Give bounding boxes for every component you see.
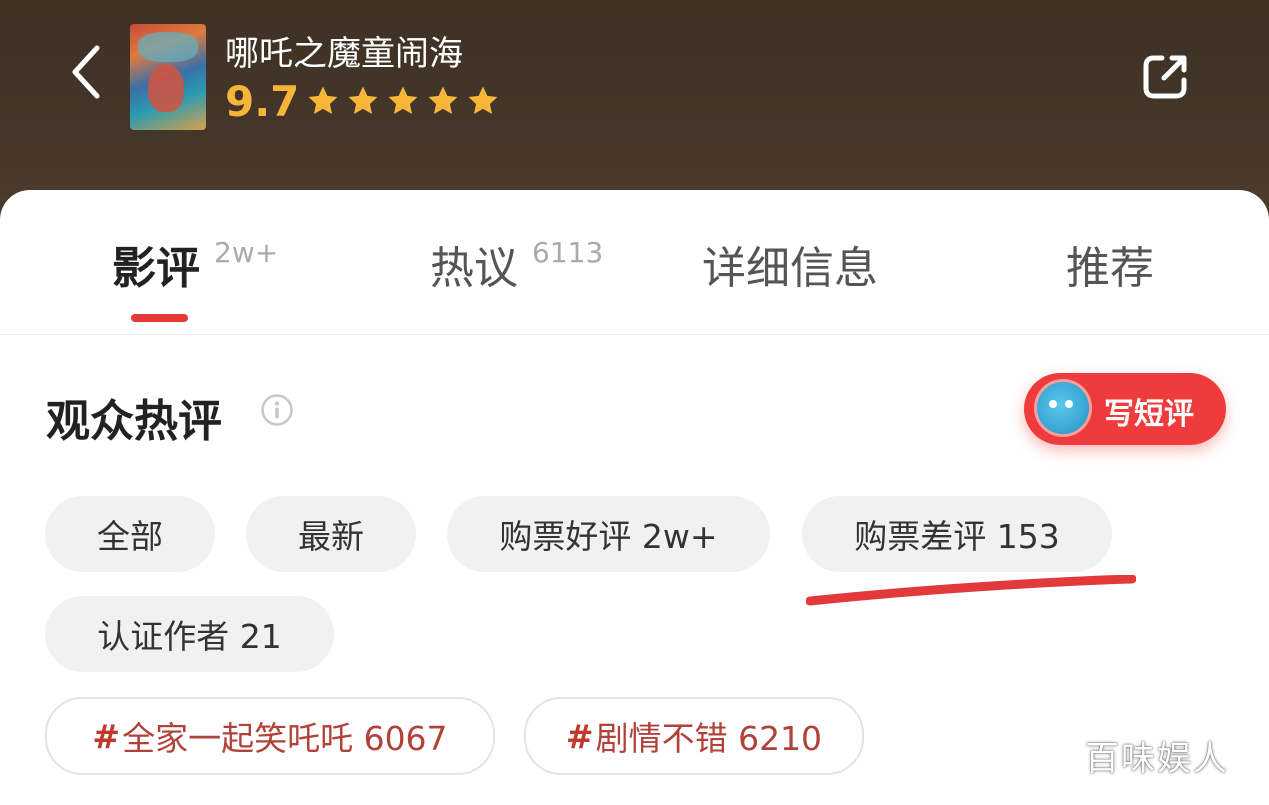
movie-poster[interactable] (130, 24, 206, 130)
tab-reviews[interactable]: 影评 2w+ (112, 232, 278, 296)
topic-chip-family[interactable]: # 全家一起笑吒吒 6067 (45, 697, 495, 775)
write-review-button[interactable]: 写短评 (1024, 373, 1226, 445)
info-icon[interactable] (260, 393, 294, 427)
back-button[interactable] (62, 42, 110, 102)
review-card: 影评 2w+ 热议 6113 详细信息 推荐 观众热评 写短评 全部 最新 购票好评… (0, 190, 1269, 805)
filter-chip-latest[interactable]: 最新 (246, 496, 416, 572)
poster-art (138, 32, 198, 62)
tab-label: 热议 (430, 243, 518, 294)
filter-chip-negative[interactable]: 购票差评 153 (802, 496, 1112, 572)
poster-figure (148, 64, 184, 112)
chevron-left-icon (72, 45, 100, 99)
share-button[interactable] (1140, 50, 1192, 102)
tab-label: 影评 (112, 243, 200, 294)
filter-chip-certified[interactable]: 认证作者 21 (45, 596, 334, 672)
watermark: 百味娱人 (1085, 739, 1229, 779)
section-title: 观众热评 (46, 396, 222, 447)
tab-details[interactable]: 详细信息 (702, 232, 878, 296)
active-tab-indicator (131, 314, 188, 322)
tab-label: 详细信息 (702, 243, 878, 294)
topic-label: 剧情不错 6210 (595, 719, 823, 758)
star-icon (388, 86, 418, 115)
star-icon (428, 86, 458, 115)
tab-recommend[interactable]: 推荐 (1066, 232, 1154, 296)
movie-title: 哪吒之魔童闹海 (225, 34, 463, 74)
star-icon (308, 86, 338, 115)
avatar (1034, 379, 1092, 437)
tab-count: 6113 (532, 236, 604, 269)
tab-bar: 影评 2w+ 热议 6113 详细信息 推荐 (0, 190, 1269, 335)
hashtag-icon: # (92, 716, 121, 756)
hashtag-icon: # (565, 716, 594, 756)
star-icon (468, 86, 498, 115)
red-underline-annotation (806, 575, 1136, 606)
write-review-label: 写短评 (1104, 397, 1194, 432)
filter-chip-all[interactable]: 全部 (45, 496, 215, 572)
star-rating (306, 84, 500, 118)
star-icon (348, 86, 378, 115)
share-icon (1143, 55, 1187, 99)
topic-label: 全家一起笑吒吒 6067 (122, 719, 448, 758)
tab-count: 2w+ (214, 236, 279, 269)
tab-label: 推荐 (1066, 243, 1154, 294)
tab-discussion[interactable]: 热议 6113 (430, 232, 603, 296)
movie-header: 哪吒之魔童闹海 9.7 (0, 0, 1269, 200)
movie-score: 9.7 (225, 77, 300, 126)
topic-chip-plot[interactable]: # 剧情不错 6210 (524, 697, 864, 775)
filter-chip-positive[interactable]: 购票好评 2w+ (447, 496, 770, 572)
